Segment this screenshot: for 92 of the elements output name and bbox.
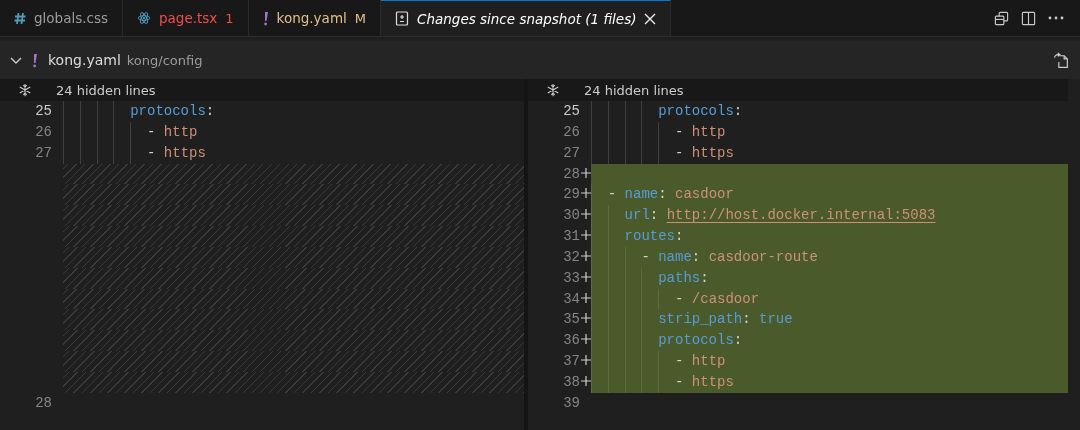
yaml-string: http xyxy=(691,123,726,140)
tab-label: globals.css xyxy=(34,10,108,26)
plus-icon xyxy=(580,313,591,324)
line-number: 29 xyxy=(562,185,580,205)
plus-icon xyxy=(580,355,591,366)
line-number: 36 xyxy=(562,331,580,351)
yaml-key: url xyxy=(591,207,650,224)
plus-icon xyxy=(580,230,591,241)
exclamation-icon xyxy=(32,52,38,68)
close-icon[interactable] xyxy=(644,12,657,25)
yaml-key: protocols xyxy=(63,103,206,119)
yaml-punctuation: : xyxy=(691,248,702,265)
yaml-key: paths xyxy=(591,269,701,286)
yaml-punctuation: - xyxy=(674,144,685,161)
yaml-key: name xyxy=(658,248,692,265)
tab-label: page.tsx xyxy=(159,10,218,26)
file-path: kong/config xyxy=(126,52,203,68)
yaml-punctuation: - xyxy=(146,144,157,161)
open-file-icon[interactable] xyxy=(1053,51,1070,69)
line-number: 32 xyxy=(562,247,580,267)
yaml-key: protocols xyxy=(591,103,734,119)
hidden-lines-bar[interactable]: 24 hidden lines xyxy=(0,79,524,101)
yaml-punctuation: : xyxy=(733,332,743,349)
plus-icon xyxy=(580,271,591,282)
line-number: 28 xyxy=(34,393,52,413)
line-number: 33 xyxy=(562,268,580,288)
plus-icon xyxy=(580,167,591,178)
snowflake-icon[interactable] xyxy=(18,83,32,97)
yaml-boolean: true xyxy=(759,311,793,328)
yaml-punctuation: : xyxy=(658,186,668,203)
yaml-key: routes xyxy=(591,228,675,245)
yaml-punctuation: - xyxy=(640,248,651,265)
yaml-punctuation: : xyxy=(205,103,215,119)
yaml-punctuation: - xyxy=(606,186,618,203)
yaml-string: https xyxy=(691,144,734,161)
line-number: 34 xyxy=(562,289,580,309)
yaml-punctuation: : xyxy=(649,207,660,224)
yaml-punctuation: - xyxy=(674,353,685,370)
yaml-string: https xyxy=(163,144,206,161)
yaml-punctuation: - xyxy=(674,373,685,390)
more-icon[interactable] xyxy=(1048,16,1064,20)
yaml-punctuation: - xyxy=(674,290,685,307)
yaml-punctuation: : xyxy=(733,103,743,119)
line-number: 35 xyxy=(562,310,580,330)
plus-icon xyxy=(580,188,591,199)
hidden-lines-label: 24 hidden lines xyxy=(584,82,684,98)
tab-status-label: 1 xyxy=(225,10,234,26)
yaml-string: http xyxy=(691,353,726,370)
line-number: 25 xyxy=(34,102,52,121)
tab-label: kong.yaml xyxy=(276,10,347,26)
yaml-punctuation: : xyxy=(675,228,684,245)
yaml-key: protocols xyxy=(591,332,734,349)
hidden-lines-label: 24 hidden lines xyxy=(56,82,156,98)
editor-tab[interactable]: Changes since snapshot (1 files) xyxy=(381,0,672,36)
hidden-lines-bar[interactable]: 24 hidden lines xyxy=(528,79,1068,101)
yaml-key: strip_path xyxy=(591,311,743,328)
yaml-punctuation: - xyxy=(146,123,157,140)
line-number: 31 xyxy=(562,227,580,247)
plus-icon xyxy=(580,250,591,261)
yaml-string: http xyxy=(163,123,198,140)
atom-icon xyxy=(137,11,151,25)
line-number: 26 xyxy=(562,122,580,142)
yaml-punctuation: : xyxy=(700,269,709,286)
line-number: 25 xyxy=(562,102,580,121)
line-number: 27 xyxy=(34,143,52,163)
plus-icon xyxy=(580,209,591,220)
line-number: 39 xyxy=(562,393,580,413)
yaml-string: https xyxy=(691,373,734,390)
file-name: kong.yaml xyxy=(48,52,121,68)
yaml-punctuation: : xyxy=(742,311,752,328)
line-number: 26 xyxy=(34,122,52,142)
yaml-string: /casdoor xyxy=(691,290,760,307)
stacked-windows-icon[interactable] xyxy=(994,10,1009,26)
line-number: 30 xyxy=(562,206,580,226)
yaml-key: name xyxy=(624,186,659,203)
tab-label: Changes since snapshot (1 files) xyxy=(417,10,637,27)
document-icon xyxy=(395,11,409,26)
split-editor-icon[interactable] xyxy=(1021,10,1036,26)
yaml-string: casdoor xyxy=(675,186,734,203)
plus-icon xyxy=(580,292,591,303)
line-number: 27 xyxy=(562,143,580,163)
plus-icon xyxy=(580,375,591,386)
hash-icon xyxy=(14,11,26,25)
plus-icon xyxy=(580,334,591,345)
yaml-punctuation: - xyxy=(674,123,685,140)
line-number: 28 xyxy=(562,164,580,184)
tab-status-label: M xyxy=(354,10,366,26)
yaml-string: casdoor-route xyxy=(708,248,818,265)
line-number: 38 xyxy=(562,372,580,392)
snowflake-icon[interactable] xyxy=(546,83,560,97)
exclamation-icon xyxy=(262,10,269,26)
line-number: 37 xyxy=(562,352,580,372)
